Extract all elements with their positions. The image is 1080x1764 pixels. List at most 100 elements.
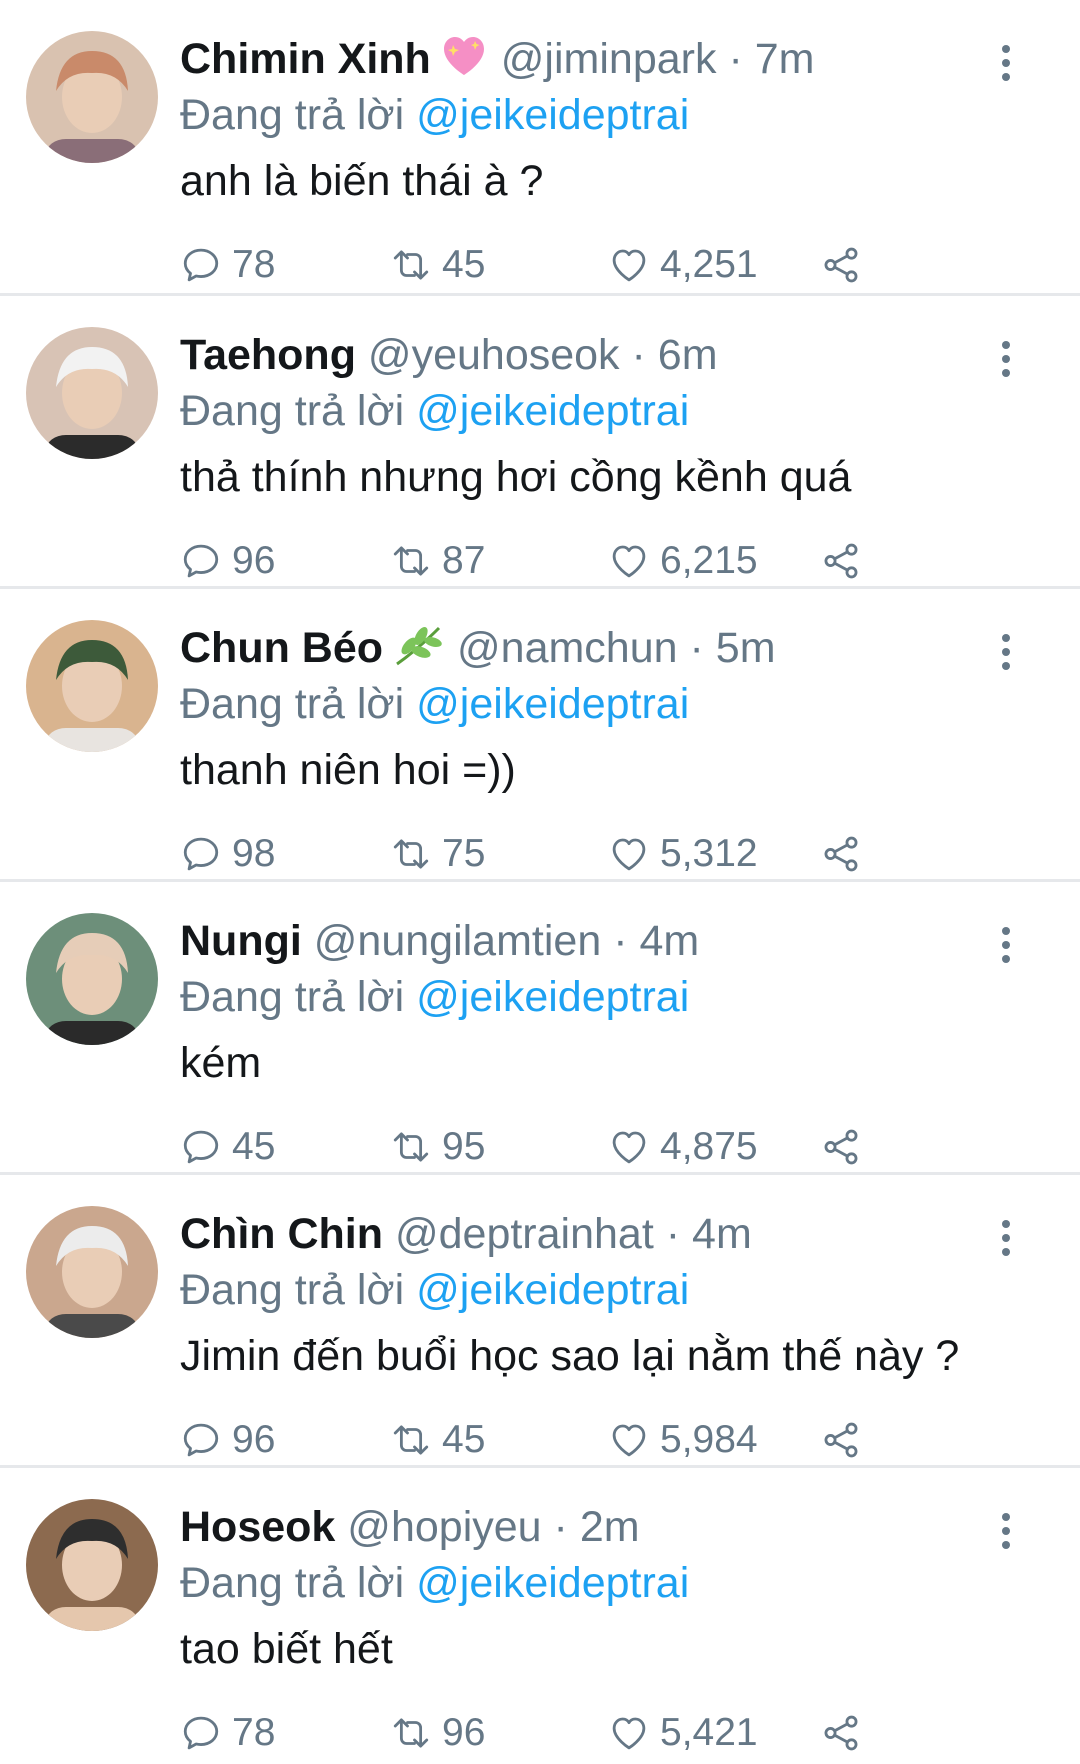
avatar[interactable]	[26, 620, 158, 752]
herb-icon	[391, 622, 445, 680]
tweet-2[interactable]: Taehong @yeuhoseok · 6m Đang trả lời @je…	[0, 293, 1080, 586]
tweet-text: thả thính nhưng hơi cồng kềnh quá	[180, 453, 852, 501]
share-button[interactable]	[820, 1122, 872, 1172]
like-button[interactable]: 5,984	[608, 1415, 758, 1465]
like-button[interactable]: 5,421	[608, 1708, 758, 1758]
more-options-icon[interactable]	[1000, 634, 1012, 674]
retweet-button[interactable]: 96	[390, 1708, 485, 1758]
heart-icon	[612, 545, 646, 578]
avatar[interactable]	[26, 1499, 158, 1631]
retweet-button[interactable]: 95	[390, 1122, 485, 1172]
user-handle[interactable]: @namchun	[457, 624, 678, 672]
reply-button[interactable]: 78	[180, 240, 275, 290]
timestamp[interactable]: 6m	[658, 331, 718, 379]
tweet-text: Jimin đến buổi học sao lại nằm thế này ?	[180, 1332, 960, 1380]
avatar[interactable]	[26, 913, 158, 1045]
heart-icon	[612, 249, 646, 282]
more-options-icon[interactable]	[1000, 45, 1012, 85]
more-options-icon[interactable]	[1000, 1513, 1012, 1553]
replying-to-label: Đang trả lời	[180, 91, 405, 139]
share-icon	[824, 1422, 858, 1458]
tweet-1[interactable]: Chimin Xinh @jiminpark · 7m Đang trả lời…	[0, 0, 1080, 293]
share-button[interactable]	[820, 536, 872, 586]
like-button[interactable]: 4,875	[608, 1122, 758, 1172]
heart-icon	[612, 838, 646, 871]
display-name[interactable]: Chun Béo	[180, 624, 383, 672]
user-handle[interactable]: @jiminpark	[501, 35, 717, 83]
timestamp[interactable]: 2m	[580, 1503, 640, 1551]
timestamp[interactable]: 7m	[755, 35, 815, 83]
retweet-button[interactable]: 45	[390, 1415, 485, 1465]
like-button[interactable]: 4,251	[608, 240, 758, 290]
tweet-5[interactable]: Chìn Chin @deptrainhat · 4m Đang trả lời…	[0, 1172, 1080, 1465]
separator-dot: ·	[728, 35, 743, 83]
tweet-3[interactable]: Chun Béo @namchun · 5m Đang trả lời @jei…	[0, 586, 1080, 879]
replying-to: Đang trả lời @jeikeideptrai	[180, 971, 689, 1023]
share-button[interactable]	[820, 1415, 872, 1465]
more-options-icon[interactable]	[1000, 927, 1012, 967]
avatar[interactable]	[26, 327, 158, 459]
reply-icon	[183, 248, 219, 282]
timestamp[interactable]: 4m	[692, 1210, 752, 1258]
like-count: 5,421	[660, 1711, 758, 1754]
reply-button[interactable]: 98	[180, 829, 275, 879]
tweet-actions: 78 96 5,421	[180, 1708, 880, 1758]
retweet-icon	[393, 839, 429, 869]
separator-dot: ·	[689, 624, 704, 672]
mention-link[interactable]: @jeikeideptrai	[416, 91, 689, 139]
retweet-button[interactable]: 45	[390, 240, 485, 290]
more-options-icon[interactable]	[1000, 1220, 1012, 1260]
reply-button[interactable]: 96	[180, 536, 275, 586]
display-name[interactable]: Taehong	[180, 331, 356, 379]
display-name[interactable]: Nungi	[180, 917, 302, 965]
like-button[interactable]: 6,215	[608, 536, 758, 586]
reply-count: 78	[232, 1711, 276, 1754]
user-handle[interactable]: @deptrainhat	[395, 1210, 654, 1258]
reply-count: 78	[232, 243, 276, 286]
tweet-4[interactable]: Nungi @nungilamtien · 4m Đang trả lời @j…	[0, 879, 1080, 1172]
reply-button[interactable]: 78	[180, 1708, 275, 1758]
replying-to: Đang trả lời @jeikeideptrai	[180, 1264, 689, 1316]
share-button[interactable]	[820, 829, 872, 879]
reply-button[interactable]: 96	[180, 1415, 275, 1465]
reply-button[interactable]: 45	[180, 1122, 275, 1172]
separator-dot: ·	[665, 1210, 681, 1258]
mention-link[interactable]: @jeikeideptrai	[416, 1559, 689, 1607]
mention-link[interactable]: @jeikeideptrai	[416, 387, 689, 435]
tweet-actions: 98 75 5,312	[180, 829, 880, 879]
user-handle[interactable]: @yeuhoseok	[368, 331, 620, 379]
tweet-text: tao biết hết	[180, 1625, 393, 1673]
user-handle[interactable]: @hopiyeu	[347, 1503, 541, 1551]
retweet-button[interactable]: 87	[390, 536, 485, 586]
share-button[interactable]	[820, 240, 872, 290]
retweet-count: 95	[442, 1125, 486, 1168]
separator-dot: ·	[553, 1503, 568, 1551]
mention-link[interactable]: @jeikeideptrai	[416, 973, 689, 1021]
tweet-actions: 96 87 6,215	[180, 536, 880, 586]
avatar[interactable]	[26, 1206, 158, 1338]
retweet-count: 45	[442, 1418, 486, 1461]
replying-to-label: Đang trả lời	[180, 1559, 405, 1607]
retweet-button[interactable]: 75	[390, 829, 485, 879]
user-handle[interactable]: @nungilamtien	[314, 917, 601, 965]
share-button[interactable]	[820, 1708, 872, 1758]
replying-to: Đang trả lời @jeikeideptrai	[180, 385, 689, 437]
timestamp[interactable]: 5m	[716, 624, 776, 672]
retweet-count: 96	[442, 1711, 486, 1754]
like-button[interactable]: 5,312	[608, 829, 758, 879]
separator-dot: ·	[631, 331, 646, 379]
timestamp[interactable]: 4m	[639, 917, 699, 965]
mention-link[interactable]: @jeikeideptrai	[416, 1266, 689, 1314]
tweet-header: Chimin Xinh @jiminpark · 7m	[180, 33, 814, 91]
display-name[interactable]: Hoseok	[180, 1503, 335, 1551]
retweet-count: 75	[442, 832, 486, 875]
replying-to-label: Đang trả lời	[180, 1266, 405, 1314]
display-name[interactable]: Chimin Xinh	[180, 35, 431, 83]
retweet-icon	[393, 250, 429, 280]
display-name[interactable]: Chìn Chin	[180, 1210, 383, 1258]
more-options-icon[interactable]	[1000, 341, 1012, 381]
mention-link[interactable]: @jeikeideptrai	[416, 680, 689, 728]
heart-icon	[612, 1717, 646, 1750]
tweet-6[interactable]: Hoseok @hopiyeu · 2m Đang trả lời @jeike…	[0, 1465, 1080, 1758]
avatar[interactable]	[26, 31, 158, 163]
